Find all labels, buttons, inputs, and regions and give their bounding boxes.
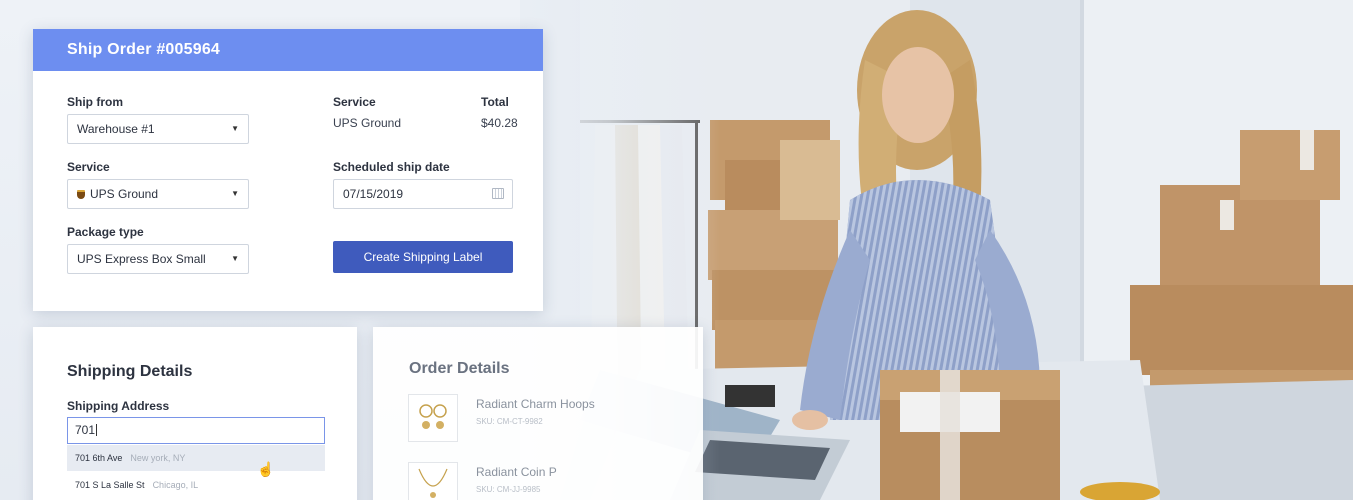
summary-service-value: UPS Ground <box>333 116 402 130</box>
ups-logo-icon <box>77 190 85 199</box>
ship-from-label: Ship from <box>67 95 123 109</box>
summary-service-label: Service <box>333 95 376 109</box>
item-sku: SKU: CM-JJ-9985 <box>476 485 541 494</box>
item-name: Radiant Coin P <box>476 465 557 479</box>
calendar-icon[interactable] <box>492 188 504 199</box>
package-type-select[interactable]: UPS Express Box Small ▼ <box>67 244 249 274</box>
shipping-details-title: Shipping Details <box>67 363 193 380</box>
order-details-title: Order Details <box>409 360 510 377</box>
item-name: Radiant Charm Hoops <box>476 397 595 411</box>
ship-order-title: Ship Order #005964 <box>33 29 543 71</box>
item-thumbnail[interactable] <box>408 394 458 442</box>
text-cursor <box>96 424 98 436</box>
ship-order-card: Ship Order #005964 Ship from Warehouse #… <box>33 29 543 311</box>
chevron-down-icon: ▼ <box>231 254 239 263</box>
item-sku: SKU: CM-CT-9982 <box>476 417 543 426</box>
suggestion-city: Chicago, IL <box>152 480 199 490</box>
scheduled-date-input[interactable]: 07/15/2019 <box>333 179 513 209</box>
create-shipping-label-button[interactable]: Create Shipping Label <box>333 241 513 273</box>
shipping-address-value: 701 <box>75 423 96 437</box>
necklace-icon <box>418 468 448 498</box>
chevron-down-icon: ▼ <box>231 189 239 198</box>
summary-total-label: Total <box>481 95 509 109</box>
order-details-card: Order Details Radiant Charm Hoops SKU: C… <box>373 327 703 500</box>
package-type-value: UPS Express Box Small <box>77 252 206 266</box>
suggestion-city: New york, NY <box>130 453 186 463</box>
scheduled-date-label: Scheduled ship date <box>333 160 450 174</box>
promo-scene: Ship Order #005964 Ship from Warehouse #… <box>0 0 1353 500</box>
item-thumbnail[interactable] <box>408 462 458 500</box>
address-suggestion[interactable]: 701 6th Ave New york, NY <box>67 445 325 471</box>
suggestion-street: 701 6th Ave <box>75 453 123 463</box>
ship-from-select[interactable]: Warehouse #1 ▼ <box>67 114 249 144</box>
address-suggestion[interactable]: 701 S La Salle St Chicago, IL <box>67 472 325 498</box>
summary-total-value: $40.28 <box>481 116 518 130</box>
earring-icon <box>419 404 447 429</box>
shipping-address-input[interactable]: 701 <box>67 417 325 444</box>
service-select[interactable]: UPS Ground ▼ <box>67 179 249 209</box>
suggestion-street: 701 S La Salle St <box>75 480 145 490</box>
hand-pointer-icon: ☝ <box>257 461 275 477</box>
package-type-label: Package type <box>67 225 144 239</box>
service-label: Service <box>67 160 110 174</box>
scheduled-date-value: 07/15/2019 <box>343 187 404 201</box>
chevron-down-icon: ▼ <box>231 124 239 133</box>
shipping-details-card: Shipping Details Shipping Address 701 70… <box>33 327 357 500</box>
ship-from-value: Warehouse #1 <box>77 122 155 136</box>
service-value: UPS Ground <box>90 187 159 201</box>
shipping-address-label: Shipping Address <box>67 399 170 413</box>
